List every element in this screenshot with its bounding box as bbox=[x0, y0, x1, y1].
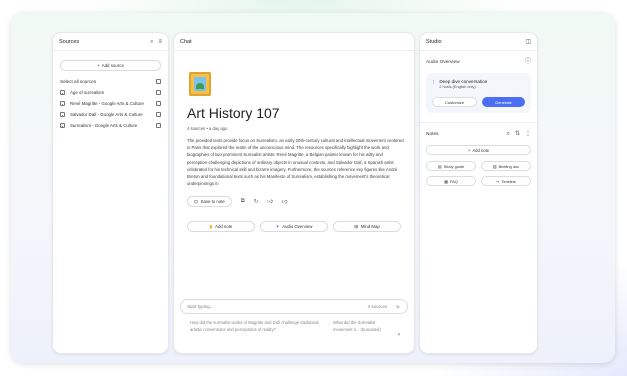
plus-icon: + bbox=[97, 63, 100, 68]
notebook-summary: The provided texts provide focus on Surr… bbox=[187, 138, 404, 187]
sparkle-icon: ✦ bbox=[275, 223, 280, 229]
source-checkbox[interactable] bbox=[156, 101, 161, 106]
mind-map-icon: ⊞ bbox=[354, 223, 358, 229]
select-all-checkbox[interactable] bbox=[156, 79, 161, 84]
document-icon bbox=[60, 112, 65, 117]
faq-button[interactable]: ▦ FAQ bbox=[426, 176, 476, 186]
timeline-button[interactable]: ⤳ Timeline bbox=[481, 176, 531, 186]
chat-header: Chat bbox=[174, 33, 414, 51]
source-item[interactable]: Surrealism - Google Arts & Culture bbox=[53, 123, 168, 128]
search-icon[interactable]: ⌕ bbox=[150, 39, 153, 45]
add-source-button[interactable]: + Add source bbox=[60, 60, 161, 71]
document-icon bbox=[60, 123, 65, 128]
audio-overview-label: Audio Overview bbox=[426, 59, 460, 65]
studio-panel: Studio ◫ Audio Overview ⓘ ⦙ Deep dive co… bbox=[420, 33, 537, 353]
notebook-emoji-picture-icon bbox=[189, 72, 211, 96]
source-item[interactable]: René Magritte - Google Arts & Culture bbox=[53, 101, 168, 106]
chevron-right-icon[interactable]: › bbox=[398, 332, 400, 338]
document-icon bbox=[60, 90, 65, 95]
add-note-button[interactable]: + Add note bbox=[426, 145, 531, 155]
search-icon[interactable]: ⌕ bbox=[507, 131, 510, 137]
note-type-label: FAQ bbox=[449, 178, 458, 184]
suggestion-chips: ▮ Add note ✦ Audio Overview ⊞ Mind Map bbox=[187, 221, 401, 232]
deep-dive-title: Deep dive conversation bbox=[439, 79, 488, 84]
source-count: 4 sources bbox=[367, 304, 388, 309]
chat-input-placeholder: Start typing... bbox=[187, 304, 214, 309]
audio-overview-card: ⦙ Deep dive conversation 2 hosts (Englis… bbox=[426, 73, 531, 113]
audio-wave-icon: ⦙ bbox=[433, 80, 435, 86]
briefing-doc-icon: ▥ bbox=[492, 163, 497, 169]
source-name: Surrealism - Google Arts & Culture bbox=[70, 123, 138, 128]
thumbs-up-icon[interactable]: 👍︎ bbox=[267, 199, 273, 205]
study-guide-button[interactable]: ▤ Study guide bbox=[426, 161, 476, 171]
chip-label: Add note bbox=[215, 224, 233, 229]
briefing-doc-button[interactable]: ▥ Briefing doc bbox=[481, 161, 531, 171]
thumbs-down-icon[interactable]: 👎︎ bbox=[282, 199, 288, 205]
audio-overview-header: Audio Overview ⓘ bbox=[420, 59, 537, 65]
studio-title: Studio bbox=[426, 38, 442, 45]
source-checkbox[interactable] bbox=[156, 90, 161, 95]
divider bbox=[420, 122, 537, 123]
notes-header: Notes ⌕ ⇅ ⋮ bbox=[420, 131, 537, 137]
sort-icon[interactable]: ⇅ bbox=[515, 131, 520, 137]
study-guide-icon: ▤ bbox=[437, 163, 442, 169]
note-add-icon: ▮ bbox=[209, 223, 213, 229]
timeline-icon: ⤳ bbox=[496, 178, 500, 184]
source-name: Salvador Dalí - Google Arts & Culture bbox=[70, 112, 143, 117]
source-name: René Magritte - Google Arts & Culture bbox=[70, 101, 144, 106]
add-source-label: Add source bbox=[101, 63, 124, 68]
chip-label: Audio Overview bbox=[282, 224, 313, 229]
save-to-note-button[interactable]: ⊡ Save to note bbox=[187, 196, 232, 207]
audio-overview-chip[interactable]: ✦ Audio Overview bbox=[260, 221, 328, 232]
source-checkbox[interactable] bbox=[156, 123, 161, 128]
select-all-label: Select all sources bbox=[60, 79, 97, 84]
info-icon[interactable]: ⓘ bbox=[525, 59, 531, 65]
chat-input[interactable]: Start typing... 4 sources ➤ bbox=[180, 299, 408, 314]
notebook-meta: 4 sources • a day ago bbox=[187, 126, 228, 131]
mind-map-chip[interactable]: ⊞ Mind Map bbox=[333, 221, 401, 232]
collapse-panel-icon[interactable]: ◫ bbox=[525, 39, 531, 45]
sources-panel: Sources ⌕ ≡ + Add source Select all sour… bbox=[53, 33, 168, 353]
notes-label: Notes bbox=[426, 131, 439, 137]
deep-dive-subtitle: 2 hosts (English only) bbox=[439, 85, 476, 89]
notebook-title: Art History 107 bbox=[187, 105, 280, 121]
customize-button[interactable]: Customize bbox=[432, 97, 477, 107]
suggested-question[interactable]: How did the surrealist works of Magritte… bbox=[190, 320, 325, 333]
document-icon bbox=[60, 101, 65, 106]
sources-header: Sources ⌕ ≡ bbox=[53, 33, 168, 51]
faq-icon: ▦ bbox=[444, 178, 448, 184]
generate-button[interactable]: Generate bbox=[482, 97, 525, 107]
filter-icon[interactable]: ≡ bbox=[158, 39, 162, 45]
suggested-question[interactable]: What did the Surrealist movement s... (t… bbox=[333, 320, 393, 333]
note-type-label: Study guide bbox=[443, 163, 465, 169]
sources-title: Sources bbox=[59, 38, 80, 45]
studio-header: Studio ◫ bbox=[420, 33, 537, 51]
plus-icon: + bbox=[467, 147, 471, 153]
send-icon[interactable]: ➤ bbox=[395, 303, 401, 311]
source-item[interactable]: Salvador Dalí - Google Arts & Culture bbox=[53, 112, 168, 117]
add-note-label: Add note bbox=[472, 147, 490, 153]
note-type-label: Timeline bbox=[501, 178, 516, 184]
source-item[interactable]: Age of surrealism bbox=[53, 90, 168, 95]
copy-icon[interactable]: ⧉ bbox=[241, 198, 245, 205]
add-note-chip[interactable]: ▮ Add note bbox=[187, 221, 255, 232]
select-all-row[interactable]: Select all sources bbox=[53, 79, 168, 84]
source-name: Age of surrealism bbox=[70, 90, 105, 95]
more-vert-icon[interactable]: ⋮ bbox=[525, 131, 531, 137]
note-type-label: Briefing doc bbox=[498, 163, 520, 169]
note-type-grid: ▤ Study guide ▥ Briefing doc ▦ FAQ ⤳ Tim… bbox=[426, 161, 531, 186]
pin-icon: ⊡ bbox=[194, 198, 198, 204]
save-to-note-label: Save to note bbox=[200, 199, 225, 204]
summary-actions: ⊡ Save to note ⧉ ↻ 👍︎ 👎︎ bbox=[187, 196, 288, 207]
chat-title: Chat bbox=[180, 38, 192, 45]
regenerate-icon[interactable]: ↻ bbox=[254, 199, 259, 205]
source-checkbox[interactable] bbox=[156, 112, 161, 117]
chip-label: Mind Map bbox=[360, 224, 380, 229]
